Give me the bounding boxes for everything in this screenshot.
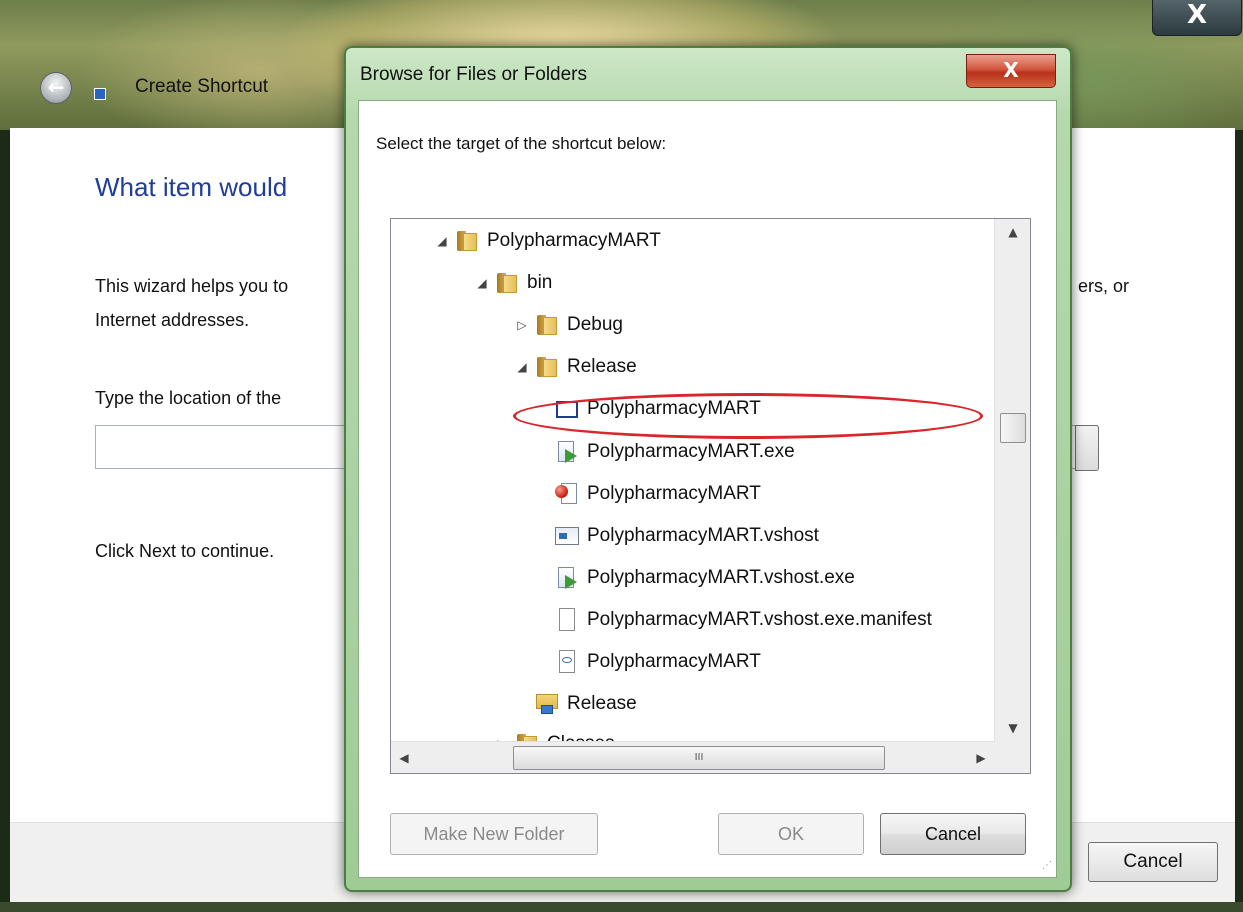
expander-expanded-icon[interactable]: ◢ <box>435 234 449 248</box>
expander-collapsed-icon[interactable]: ▷ <box>515 318 529 332</box>
window-title: Create Shortcut <box>135 76 269 97</box>
scrollbar-corner <box>994 741 1030 773</box>
folder-icon <box>535 313 559 337</box>
back-button[interactable]: ← <box>40 72 72 104</box>
folder-tree[interactable]: ◢ PolypharmacyMART ◢ bin ▷ Debug ◢ Relea… <box>390 218 1031 774</box>
tree-item-label: PolypharmacyMART.vshost.exe <box>587 567 855 588</box>
intro-text-line1: This wizard helps you to <box>95 276 289 296</box>
tree-item-label: Release <box>567 693 637 714</box>
tree-item-release-network[interactable]: Release <box>535 687 637 721</box>
horizontal-scrollbar[interactable]: ◀ III ▶ <box>391 741 994 773</box>
folder-icon <box>535 355 559 379</box>
vertical-scrollbar[interactable]: ▲ ▼ <box>994 219 1030 741</box>
intro-text-line1-tail: ers, or <box>1078 276 1130 296</box>
dialog-title: Browse for Files or Folders <box>360 64 588 85</box>
tree-item-label: PolypharmacyMART.vshost.exe.manifest <box>587 609 932 630</box>
tree-item-polypharmacymart-root[interactable]: ◢ PolypharmacyMART <box>435 224 661 258</box>
page-heading: What item would <box>95 172 288 202</box>
vshost-application-icon <box>555 524 579 548</box>
tree-item-label: PolypharmacyMART.vshost <box>587 525 819 546</box>
tree-item-polypharmacymart-config[interactable]: PolypharmacyMART <box>555 645 761 679</box>
tree-item-label: bin <box>527 272 553 293</box>
program-debug-database-icon <box>555 482 579 506</box>
tree-item-polypharmacymart-vshost-exe[interactable]: PolypharmacyMART.vshost.exe <box>555 561 855 595</box>
tree-item-polypharmacymart-pdb[interactable]: PolypharmacyMART <box>555 477 761 511</box>
intro-text-line2: Internet addresses. <box>95 310 250 330</box>
tree-item-polypharmacymart-vshost[interactable]: PolypharmacyMART.vshost <box>555 519 819 553</box>
tree-item-label: PolypharmacyMART.exe <box>587 441 795 462</box>
scroll-right-arrow-icon[interactable]: ▶ <box>968 742 994 773</box>
tree-item-label: Debug <box>567 314 623 335</box>
tree-item-label: PolypharmacyMART <box>587 398 761 419</box>
folder-icon <box>455 229 479 253</box>
tree-item-polypharmacymart-vshost-manifest[interactable]: PolypharmacyMART.vshost.exe.manifest <box>555 603 932 637</box>
ok-button[interactable]: OK <box>718 813 864 855</box>
dialog-close-button[interactable]: X <box>966 54 1056 88</box>
dialog-cancel-button[interactable]: Cancel <box>880 813 1026 855</box>
scroll-up-arrow-icon[interactable]: ▲ <box>995 219 1030 245</box>
tree-item-label: PolypharmacyMART <box>587 651 761 672</box>
tree-item-label: PolypharmacyMART <box>487 230 661 251</box>
scroll-left-arrow-icon[interactable]: ◀ <box>391 742 417 773</box>
tree-item-label: PolypharmacyMART <box>587 483 761 504</box>
tree-item-debug[interactable]: ▷ Debug <box>515 308 623 342</box>
resize-grip-icon[interactable]: ⋰ <box>1042 860 1056 874</box>
scroll-down-arrow-icon[interactable]: ▼ <box>995 715 1030 741</box>
shortcut-icon <box>94 88 106 100</box>
wizard-close-button[interactable]: X <box>1152 0 1242 36</box>
document-icon <box>555 608 579 632</box>
tree-item-label: Release <box>567 356 637 377</box>
browse-button[interactable] <box>1075 425 1099 471</box>
dialog-prompt: Select the target of the shortcut below: <box>376 134 667 153</box>
expander-expanded-icon[interactable]: ◢ <box>475 276 489 290</box>
network-folder-icon <box>535 692 559 716</box>
vertical-scroll-thumb[interactable] <box>1000 413 1026 443</box>
make-new-folder-button[interactable]: Make New Folder <box>390 813 598 855</box>
tree-item-release[interactable]: ◢ Release <box>515 350 637 384</box>
application-window-icon <box>555 397 579 421</box>
browse-dialog: Browse for Files or Folders X Select the… <box>344 46 1072 892</box>
tree-item-polypharmacymart-application[interactable]: PolypharmacyMART <box>555 392 761 426</box>
folder-icon <box>495 271 519 295</box>
tree-item-polypharmacymart-exe[interactable]: PolypharmacyMART.exe <box>555 435 795 469</box>
expander-expanded-icon[interactable]: ◢ <box>515 360 529 374</box>
executable-icon <box>555 566 579 590</box>
wizard-cancel-button[interactable]: Cancel <box>1088 842 1218 882</box>
tree-item-bin[interactable]: ◢ bin <box>475 266 552 300</box>
window-bottom-edge <box>0 902 1243 912</box>
config-file-icon <box>555 650 579 674</box>
horizontal-scroll-thumb[interactable]: III <box>513 746 885 770</box>
next-instruction: Click Next to continue. <box>95 541 275 561</box>
location-label: Type the location of the <box>95 388 282 408</box>
executable-icon <box>555 440 579 464</box>
